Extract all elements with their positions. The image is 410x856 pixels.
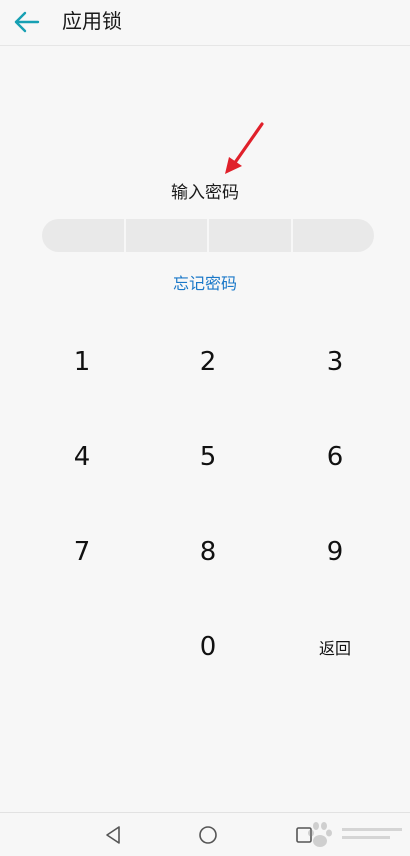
key-3[interactable]: 3 — [280, 327, 390, 397]
pin-digit-slot — [42, 219, 124, 252]
key-4[interactable]: 4 — [27, 422, 137, 492]
key-8[interactable]: 8 — [153, 517, 263, 587]
pin-input[interactable] — [42, 219, 374, 252]
key-9[interactable]: 9 — [280, 517, 390, 587]
pin-digit-slot — [293, 219, 375, 252]
key-0[interactable]: 0 — [153, 612, 263, 682]
key-7[interactable]: 7 — [27, 517, 137, 587]
nav-home-button[interactable] — [196, 823, 220, 847]
pin-digit-slot — [126, 219, 208, 252]
app-header: 应用锁 — [0, 0, 410, 44]
key-6[interactable]: 6 — [280, 422, 390, 492]
return-key[interactable]: 返回 — [280, 612, 390, 682]
nav-back-button[interactable] — [102, 823, 126, 847]
password-prompt: 输入密码 — [171, 183, 239, 203]
baidu-paw-watermark — [308, 822, 402, 847]
header-divider — [0, 45, 410, 46]
key-1[interactable]: 1 — [27, 327, 137, 397]
forgot-password-link[interactable]: 忘记密码 — [0, 273, 410, 295]
triangle-back-icon — [106, 826, 120, 844]
red-arrow-icon — [225, 122, 264, 174]
arrow-left-icon — [14, 11, 40, 33]
page-title: 应用锁 — [62, 9, 122, 33]
key-5[interactable]: 5 — [153, 422, 263, 492]
back-button[interactable] — [10, 6, 42, 38]
circle-home-icon — [199, 826, 217, 844]
pin-digit-slot — [209, 219, 291, 252]
key-2[interactable]: 2 — [153, 327, 263, 397]
